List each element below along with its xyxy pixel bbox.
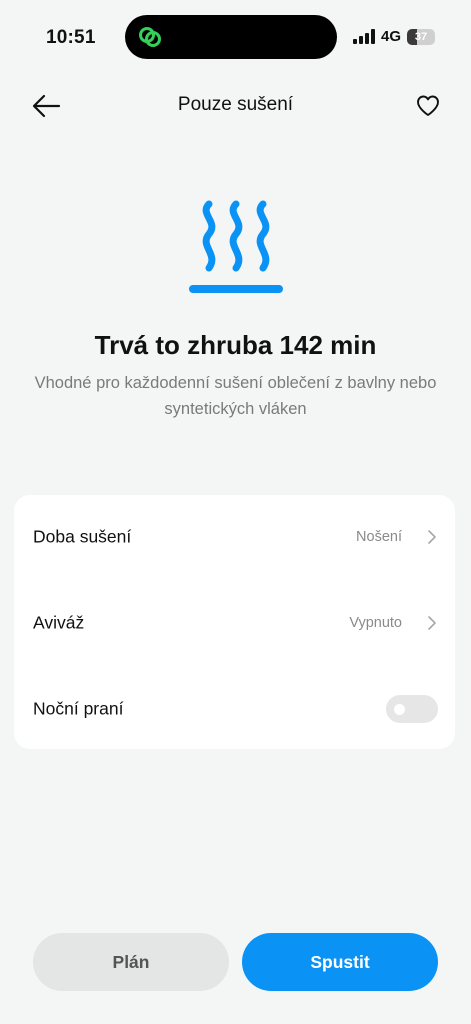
start-button[interactable]: Spustit [242, 933, 438, 991]
settings-card: Doba sušení Nošení Aviváž Vypnuto Noční … [14, 495, 455, 749]
signal-icon [352, 29, 375, 44]
heart-outline-icon[interactable] [415, 93, 441, 119]
setting-value: Vypnuto [349, 615, 402, 631]
setting-label: Noční praní [33, 698, 124, 719]
duration-title: Trvá to zhruba 142 min [94, 330, 377, 360]
app-link-icon [139, 27, 161, 47]
setting-softener[interactable]: Aviváž Vypnuto [14, 591, 455, 655]
heat-waves-icon [189, 200, 283, 293]
battery-icon: 37 [407, 28, 435, 45]
status-bar: 10:51 4G 37 [0, 0, 471, 76]
dynamic-island [125, 15, 337, 59]
network-type: 4G [380, 28, 401, 45]
setting-night-wash: Noční praní [14, 677, 455, 741]
night-wash-toggle[interactable] [386, 695, 438, 723]
setting-label: Aviváž [33, 612, 85, 633]
page-title: Pouze sušení [177, 94, 294, 115]
status-time: 10:51 [46, 27, 96, 48]
setting-label: Doba sušení [33, 526, 132, 547]
chevron-right-icon [428, 530, 436, 544]
setting-value: Nošení [356, 529, 402, 545]
toggle-knob [394, 704, 405, 715]
program-description: Vhodné pro každodenní sušení oblečení z … [34, 374, 437, 418]
chevron-right-icon [428, 616, 436, 630]
status-indicators: 4G 37 [352, 28, 435, 45]
setting-drying-time[interactable]: Doba sušení Nošení [14, 505, 455, 569]
battery-percentage: 37 [414, 30, 428, 43]
plan-button[interactable]: Plán [33, 933, 229, 991]
header: Pouze sušení [0, 82, 471, 130]
